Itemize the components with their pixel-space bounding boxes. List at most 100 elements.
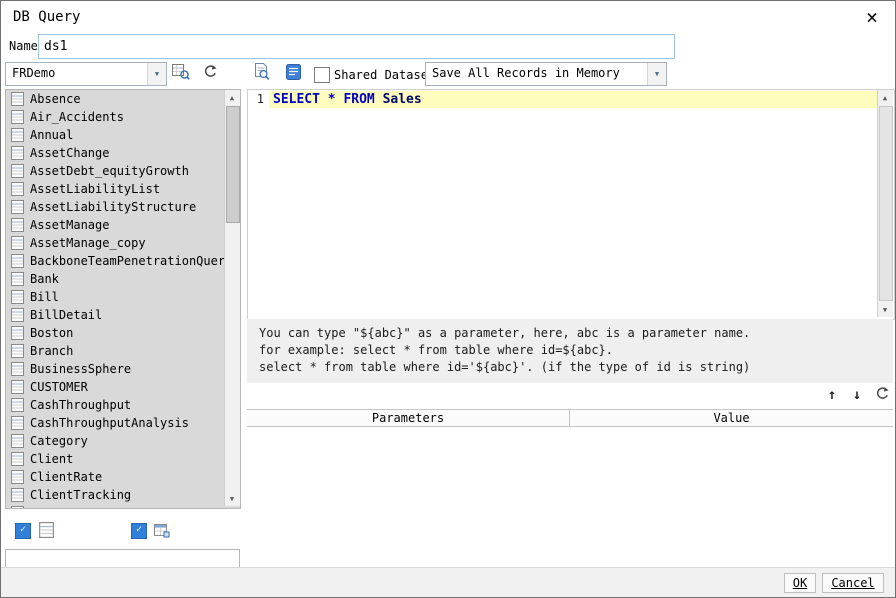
table-name: CashThroughput	[30, 398, 132, 412]
table-name: Bill	[30, 290, 59, 304]
table-icon	[11, 380, 24, 394]
save-mode-value: Save All Records in Memory	[432, 66, 620, 80]
edit-sql-button[interactable]	[280, 61, 306, 85]
ok-label: OK	[792, 576, 808, 590]
table-name: Category	[30, 434, 88, 448]
table-list-item[interactable]: Category	[6, 432, 240, 450]
table-list-item[interactable]: Client	[6, 450, 240, 468]
table-list-item[interactable]: AssetLiabilityList	[6, 180, 240, 198]
parameters-column-header: Parameters	[247, 410, 570, 426]
table-list-item[interactable]: AssetChange	[6, 144, 240, 162]
blue-document-icon	[285, 63, 301, 83]
table-list-item[interactable]: Absence	[6, 90, 240, 108]
parameters-table-body[interactable]	[247, 428, 893, 561]
table-name: Annual	[30, 128, 74, 142]
table-list-item[interactable]: ClientTracking	[6, 486, 240, 504]
scrollbar-thumb[interactable]	[879, 106, 893, 301]
refresh-icon	[203, 64, 218, 82]
sql-table-name: Sales	[382, 92, 422, 107]
sql-editor[interactable]: 1 SELECT * FROM Sales	[247, 89, 895, 320]
table-name: Branch	[30, 344, 74, 358]
footer-bar: OK Cancel	[1, 567, 895, 597]
table-icon	[11, 506, 24, 508]
table-list-item[interactable]: Annual	[6, 126, 240, 144]
table-list-item[interactable]: AssetManage	[6, 216, 240, 234]
table-icon	[11, 182, 24, 196]
datasource-select[interactable]: FRDemo ▼	[5, 62, 167, 86]
scroll-down-icon[interactable]: ▼	[878, 302, 892, 317]
save-mode-select[interactable]: Save All Records in Memory ▼	[425, 62, 667, 86]
show-views-checkbox[interactable]: ✓	[131, 523, 147, 539]
table-name: AssetLiabilityList	[30, 182, 161, 196]
check-icon: ✓	[19, 524, 27, 535]
table-icon	[11, 470, 24, 484]
close-icon[interactable]: ×	[851, 3, 893, 31]
table-list-item[interactable]: ClientRate	[6, 468, 240, 486]
table-name: AssetManage	[30, 218, 110, 232]
table-icon	[11, 398, 24, 412]
cancel-button[interactable]: Cancel	[822, 573, 884, 593]
table-list-item[interactable]: AssetDebt_equityGrowth	[6, 162, 240, 180]
refresh-tables-button[interactable]	[198, 61, 222, 85]
scrollbar-thumb[interactable]	[226, 106, 240, 223]
db-query-dialog: DB Query × Name: FRDemo ▼ Absence Air_Ac…	[0, 0, 896, 598]
table-list-item[interactable]: BillDetail	[6, 306, 240, 324]
table-name: AssetLiabilityStructure	[30, 200, 197, 214]
table-list-item[interactable]: Branch	[6, 342, 240, 360]
table-icon	[11, 146, 24, 160]
move-up-button[interactable]: ↑	[821, 385, 843, 405]
preview-button[interactable]	[248, 61, 274, 85]
table-icon	[11, 362, 24, 376]
table-list-item[interactable]: BackboneTeamPenetrationQuery	[6, 252, 240, 270]
table-icon	[11, 236, 24, 250]
table-list-item[interactable]: BusinessSphere	[6, 360, 240, 378]
show-tables-checkbox[interactable]: ✓	[15, 523, 31, 539]
shared-dataset-checkbox[interactable]: ✓	[314, 67, 330, 83]
datasource-value: FRDemo	[12, 66, 56, 80]
table-name: Absence	[30, 92, 81, 106]
refresh-parameters-button[interactable]	[871, 385, 893, 405]
value-column-header: Value	[713, 411, 750, 425]
up-arrow-icon: ↑	[827, 387, 837, 403]
table-icon	[11, 326, 24, 340]
dataset-name-input[interactable]	[38, 34, 675, 59]
table-icon	[11, 200, 24, 214]
table-name: ClientTracking	[30, 488, 132, 502]
table-list-item[interactable]: CashThroughput	[6, 396, 240, 414]
table-list-item[interactable]: AssetLiabilityStructure	[6, 198, 240, 216]
chevron-down-icon[interactable]: ▼	[647, 63, 666, 85]
table-list-item[interactable]: AssetManage_copy	[6, 234, 240, 252]
ok-button[interactable]: OK	[784, 573, 816, 593]
editor-scrollbar[interactable]: ▲ ▼	[877, 90, 893, 317]
table-list-item[interactable]: CUSTOMER	[6, 378, 240, 396]
table-list: Absence Air_Accidents Annual AssetChange…	[5, 89, 241, 509]
scroll-down-icon[interactable]: ▼	[225, 491, 239, 506]
table-name: CashThroughputAnalysis	[30, 416, 189, 430]
views-filter-icon	[154, 523, 170, 542]
chevron-down-icon[interactable]: ▼	[147, 63, 166, 85]
table-list-item[interactable]: Air_Accidents	[6, 108, 240, 126]
table-icon	[11, 434, 24, 448]
table-list-item[interactable]: CashThroughputAnalysis	[6, 414, 240, 432]
table-list-item[interactable]: Bank	[6, 270, 240, 288]
table-list-item[interactable]: Bill	[6, 288, 240, 306]
scroll-up-icon[interactable]: ▲	[878, 90, 892, 105]
table-icon	[11, 128, 24, 142]
table-list-item[interactable]	[6, 504, 240, 508]
table-name: Bank	[30, 272, 59, 286]
hint-line-3: select * from table where id='${abc}'. (…	[259, 360, 751, 374]
table-list-scrollbar[interactable]: ▲ ▼	[224, 90, 240, 506]
table-name: AssetChange	[30, 146, 110, 160]
search-tables-button[interactable]	[169, 61, 193, 85]
scroll-up-icon[interactable]: ▲	[225, 90, 239, 105]
line-number-gutter: 1	[248, 90, 269, 319]
line-number: 1	[256, 92, 264, 106]
preview-icon	[253, 63, 270, 83]
cancel-label: Cancel	[831, 576, 875, 590]
table-search-icon	[172, 63, 190, 83]
table-icon	[11, 254, 24, 268]
table-list-item[interactable]: Boston	[6, 324, 240, 342]
sql-code-line: SELECT * FROM Sales	[273, 91, 422, 108]
move-down-button[interactable]: ↓	[846, 385, 868, 405]
table-icon	[11, 272, 24, 286]
